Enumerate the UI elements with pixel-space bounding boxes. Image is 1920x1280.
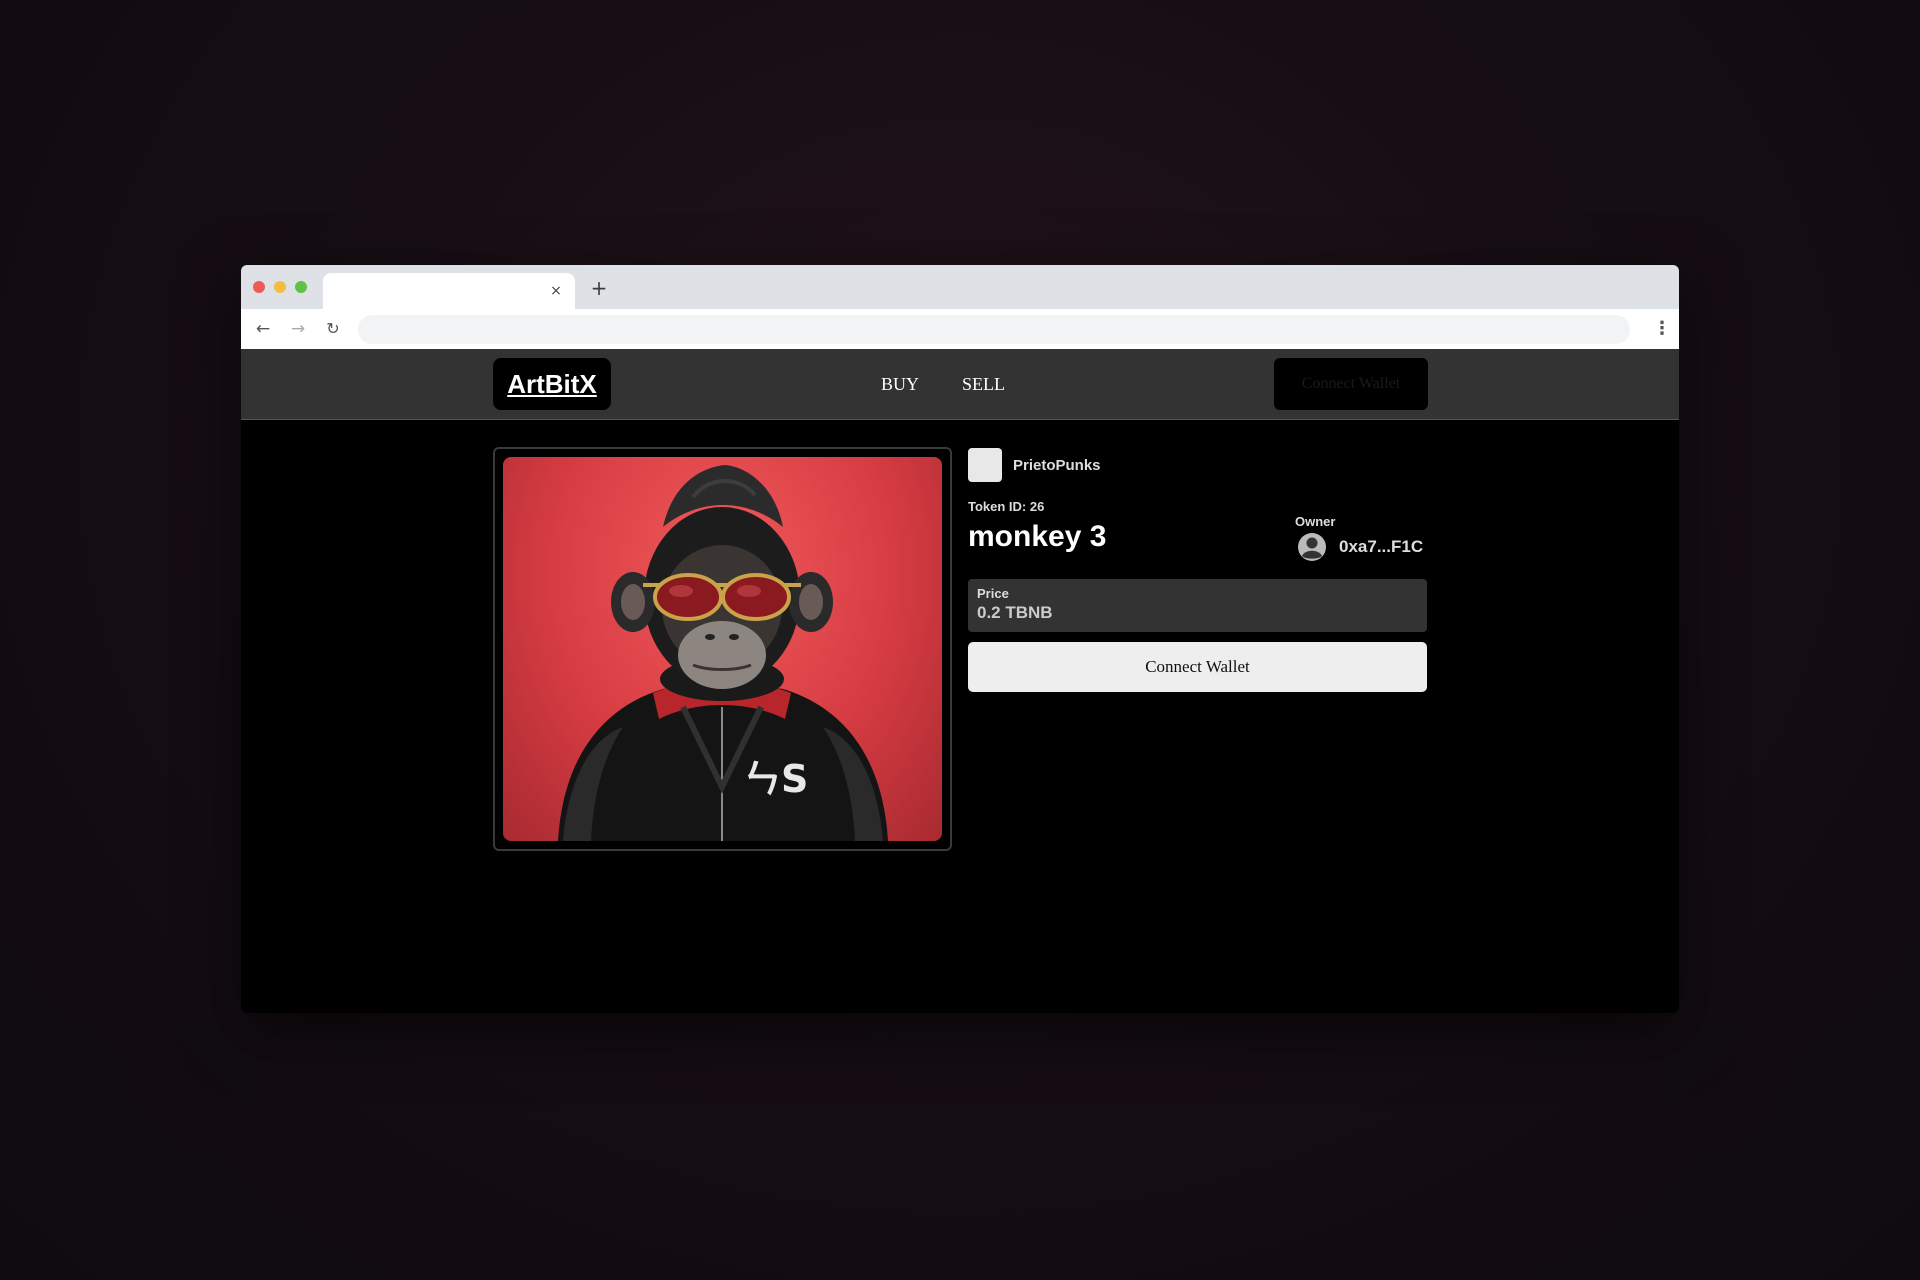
nft-image-card: ㄣS bbox=[493, 447, 952, 851]
collection-avatar[interactable] bbox=[968, 448, 1002, 482]
price-label: Price bbox=[977, 586, 1009, 601]
address-bar[interactable] bbox=[358, 315, 1630, 344]
site-logo[interactable]: ArtBitX bbox=[493, 358, 611, 410]
close-icon[interactable]: × bbox=[547, 282, 565, 300]
browser-window: × + ← → ↻ ⋮ ArtBitX BUY SELL Connect Wal… bbox=[241, 265, 1679, 1013]
tab-bar: × + bbox=[241, 265, 1679, 309]
owner-label: Owner bbox=[1295, 514, 1336, 529]
site-header: ArtBitX BUY SELL Connect Wallet bbox=[241, 349, 1679, 420]
price-value: 0.2 TBNB bbox=[977, 603, 1053, 622]
kebab-menu-icon[interactable]: ⋮ bbox=[1653, 317, 1671, 341]
monkey-illustration: ㄣS bbox=[558, 465, 888, 841]
owner-address[interactable]: 0xa7...F1C bbox=[1339, 537, 1423, 557]
jacket-logo: ㄣS bbox=[743, 757, 808, 801]
token-id: Token ID: 26 bbox=[968, 499, 1045, 514]
browser-toolbar: ← → ↻ ⋮ bbox=[241, 309, 1679, 349]
browser-tab[interactable]: × bbox=[323, 273, 575, 309]
back-icon[interactable]: ← bbox=[251, 317, 275, 341]
window-maximize-dot[interactable] bbox=[295, 281, 307, 293]
price-box: Price 0.2 TBNB bbox=[968, 579, 1427, 632]
forward-icon[interactable]: → bbox=[286, 317, 310, 341]
nft-image: ㄣS bbox=[503, 457, 942, 841]
page-viewport: ArtBitX BUY SELL Connect Wallet ㄣS Priet… bbox=[241, 349, 1679, 1013]
nft-title: monkey 3 bbox=[968, 520, 1107, 553]
collection-name[interactable]: PrietoPunks bbox=[1013, 457, 1101, 475]
new-tab-button[interactable]: + bbox=[588, 277, 610, 299]
reload-icon[interactable]: ↻ bbox=[321, 317, 345, 341]
user-circle-icon bbox=[1298, 533, 1326, 561]
nav-link-sell[interactable]: SELL bbox=[962, 373, 1005, 395]
connect-wallet-button[interactable]: Connect Wallet bbox=[968, 642, 1427, 692]
header-connect-wallet-button[interactable]: Connect Wallet bbox=[1274, 358, 1428, 410]
nav-link-buy[interactable]: BUY bbox=[881, 373, 919, 395]
window-minimize-dot[interactable] bbox=[274, 281, 286, 293]
window-close-dot[interactable] bbox=[253, 281, 265, 293]
